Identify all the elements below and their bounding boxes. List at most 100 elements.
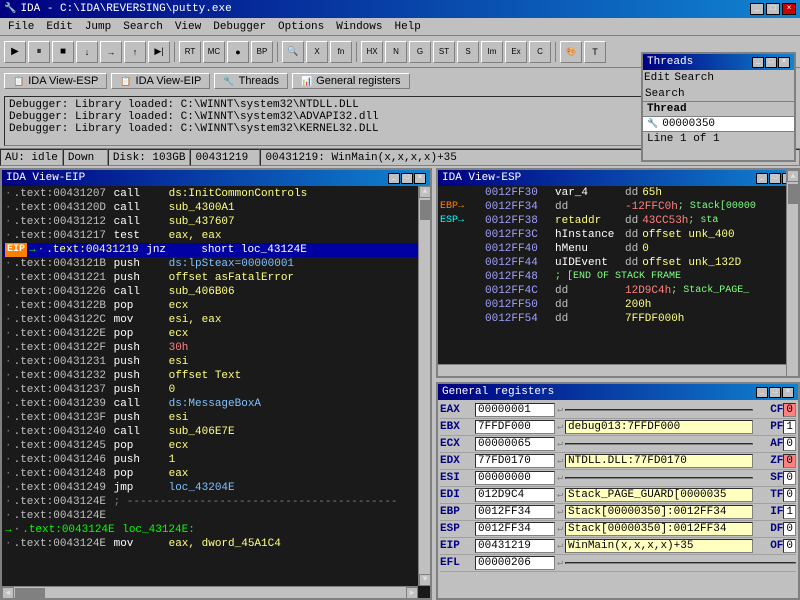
eip-maximize-btn[interactable]: □ (401, 173, 413, 184)
tab-ida-view-esp[interactable]: 📋 IDA View-ESP (4, 73, 107, 89)
menu-windows[interactable]: Windows (330, 20, 388, 34)
xref-button[interactable]: X (306, 41, 328, 63)
menu-view[interactable]: View (169, 20, 207, 34)
regs-close-btn[interactable]: × (782, 387, 794, 398)
app-icon: 🔧 (4, 3, 16, 15)
graph-button[interactable]: G (409, 41, 431, 63)
menu-search[interactable]: Search (117, 20, 169, 34)
esp-scrollbar-h[interactable] (438, 364, 786, 376)
step-into-button[interactable]: ↓ (76, 41, 98, 63)
esp-panel-content[interactable]: 0012FF30 var_4 dd 65h EBP→ 0012FF34 dd -… (438, 186, 798, 376)
code-line-18: · .text:00431245 pop ecx (3, 439, 418, 453)
tab-ida-view-eip[interactable]: 📋 IDA View-EIP (111, 73, 210, 89)
regs-panel-label: General registers (442, 386, 554, 398)
status-direction: Down (63, 149, 108, 166)
esp-maximize-btn[interactable]: □ (769, 173, 781, 184)
code-line-16: · .text:0043123F push esi (3, 411, 418, 425)
menu-debugger[interactable]: Debugger (207, 20, 272, 34)
run-until-return-button[interactable]: RT (179, 41, 201, 63)
names-button[interactable]: N (385, 41, 407, 63)
eip-scroll-down-btn[interactable]: ▼ (419, 574, 430, 586)
menu-jump[interactable]: Jump (79, 20, 117, 34)
eip-scroll-hthumb[interactable] (15, 588, 45, 598)
reg-row-esp: ESP 0012FF34 ↵ Stack[00000350]:0012FF34 … (440, 521, 796, 538)
threads-menu-edit[interactable]: Edit (644, 72, 670, 84)
esp-row-7: 0012FF4C dd 12D9C4h ; Stack_PAGE_ (438, 284, 798, 298)
eip-panel-content[interactable]: · .text:00431207 call ds:InitCommonContr… (2, 186, 430, 598)
regs-maximize-btn[interactable]: □ (769, 387, 781, 398)
code-line-20: · .text:00431248 pop eax (3, 467, 418, 481)
exports-button[interactable]: Ex (505, 41, 527, 63)
eip-panel-title: IDA View-EIP _ □ × (2, 170, 430, 186)
toolbar-sep-4 (555, 42, 556, 62)
manual-calc-button[interactable]: MC (203, 41, 225, 63)
search-button[interactable]: 🔍 (282, 41, 304, 63)
esp-scroll-thumb[interactable] (788, 186, 798, 204)
tab-general-registers[interactable]: 📊 General registers (292, 73, 410, 89)
reg-row-ebx: EBX 7FFDF000 ↵ debug013:7FFDF000 PF 1 (440, 419, 796, 436)
tab-threads[interactable]: 🔧 Threads (214, 73, 288, 89)
threads-row-0[interactable]: 🔧 00000350 (643, 117, 794, 131)
imports-button[interactable]: Im (481, 41, 503, 63)
threads-footer: Line 1 of 1 (643, 131, 794, 146)
eip-close-btn[interactable]: × (414, 173, 426, 184)
type-button[interactable]: T (584, 41, 606, 63)
hex-view-button[interactable]: HX (361, 41, 383, 63)
bp-list-button[interactable]: BP (251, 41, 273, 63)
function-button[interactable]: fn (330, 41, 352, 63)
code-button[interactable]: C (529, 41, 551, 63)
code-line-19: · .text:00431246 push 1 (3, 453, 418, 467)
eip-scroll-left-btn[interactable]: ◄ (2, 587, 14, 599)
esp-row-4: 0012FF40 hMenu dd 0 (438, 242, 798, 256)
breakpoint-button[interactable]: ● (227, 41, 249, 63)
esp-row-6: 0012FF48 ; [END OF STACK FRAME (438, 270, 798, 284)
run-to-cursor-button[interactable]: ▶| (148, 41, 170, 63)
code-line-2: · .text:00431212 call sub_437607 (3, 215, 418, 229)
pause-button[interactable]: ⏸ (28, 41, 50, 63)
stack-button[interactable]: ST (433, 41, 455, 63)
minimize-button[interactable]: _ (750, 3, 764, 15)
esp-row-5: 0012FF44 uIDEvent dd offset unk_132D (438, 256, 798, 270)
eip-minimize-btn[interactable]: _ (388, 173, 400, 184)
eip-scroll-up-btn[interactable]: ▲ (419, 186, 430, 198)
stop-button[interactable]: ■ (52, 41, 74, 63)
menu-options[interactable]: Options (272, 20, 330, 34)
color-button[interactable]: 🎨 (560, 41, 582, 63)
eip-scrollbar-h[interactable]: ◄ ► (2, 586, 418, 598)
code-line-11: · .text:0043122F push 30h (3, 341, 418, 355)
threads-column-header: Thread (647, 103, 687, 115)
thread-id-0: 00000350 (662, 118, 715, 130)
run-button[interactable]: ▶ (4, 41, 26, 63)
menu-edit[interactable]: Edit (40, 20, 78, 34)
threads-search-label: Search (645, 88, 685, 100)
code-line-13: · .text:00431232 push offset Text (3, 369, 418, 383)
tab-eip-icon: 📋 (120, 76, 131, 87)
eip-scroll-right-btn[interactable]: ► (406, 587, 418, 599)
regs-minimize-btn[interactable]: _ (756, 387, 768, 398)
esp-minimize-btn[interactable]: _ (756, 173, 768, 184)
maximize-button[interactable]: □ (766, 3, 780, 15)
esp-scrollbar-v[interactable]: ▲ (786, 186, 798, 376)
eip-panel: IDA View-EIP _ □ × · .text:00431207 call… (0, 168, 432, 600)
eip-scroll-thumb[interactable] (420, 200, 430, 220)
menu-bar: File Edit Jump Search View Debugger Opti… (0, 18, 800, 36)
step-over-button[interactable]: → (100, 41, 122, 63)
esp-row-0: 0012FF30 var_4 dd 65h (438, 186, 798, 200)
eip-scrollbar-v[interactable]: ▲ ▼ (418, 186, 430, 586)
code-line-7: · .text:00431226 call sub_406B06 (3, 285, 418, 299)
close-button[interactable]: × (782, 3, 796, 15)
regs-panel-title: General registers _ □ × (438, 384, 798, 400)
strings-button[interactable]: S (457, 41, 479, 63)
threads-minimize-btn[interactable]: _ (752, 57, 764, 68)
reg-row-edx: EDX 77FD0170 ↵ NTDLL.DLL:77FD0170 ZF 0 (440, 453, 796, 470)
step-out-button[interactable]: ↑ (124, 41, 146, 63)
code-line-15: · .text:00431239 call ds:MessageBoxA (3, 397, 418, 411)
toolbar-sep-3 (356, 42, 357, 62)
menu-help[interactable]: Help (388, 20, 426, 34)
tab-threads-icon: 🔧 (223, 76, 234, 87)
threads-close-btn[interactable]: × (778, 57, 790, 68)
code-line-0: · .text:00431207 call ds:InitCommonContr… (3, 187, 418, 201)
menu-file[interactable]: File (2, 20, 40, 34)
threads-maximize-btn[interactable]: □ (765, 57, 777, 68)
threads-menu-search[interactable]: Search (674, 72, 714, 84)
